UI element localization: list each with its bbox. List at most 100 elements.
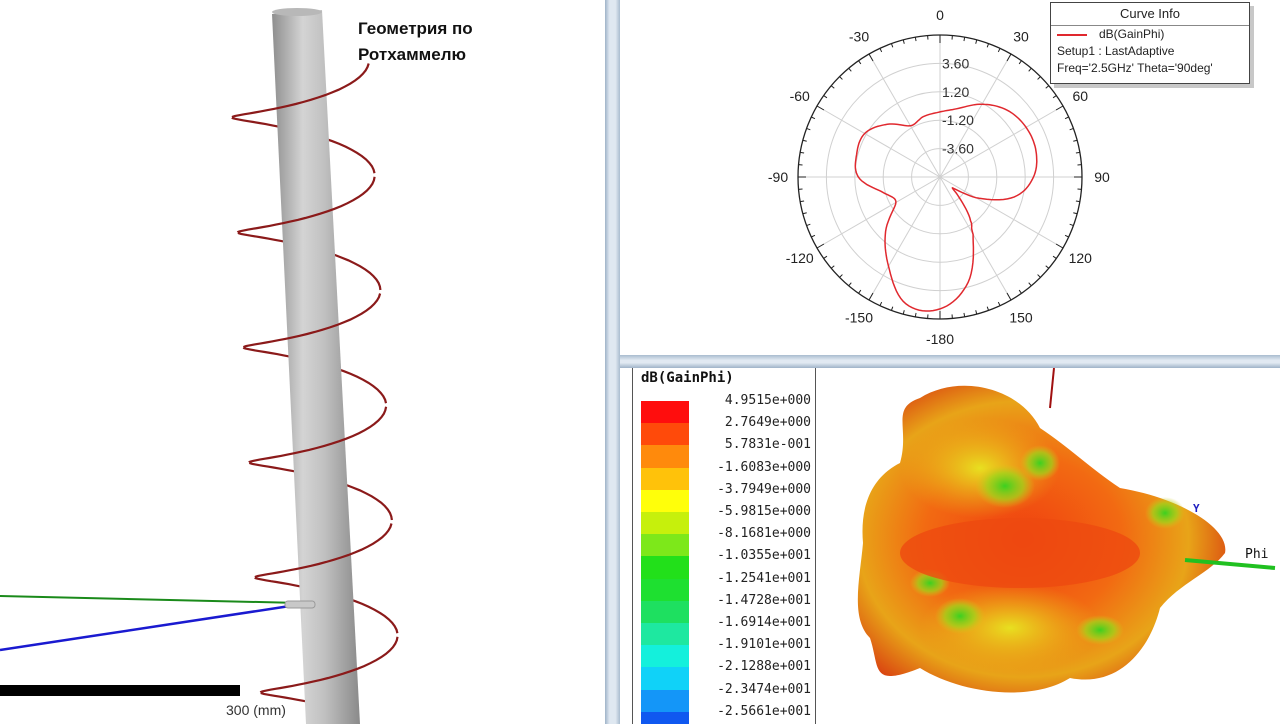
polar-tick bbox=[800, 151, 805, 154]
legend-value: -1.4728e+001 bbox=[717, 592, 811, 608]
polar-tick bbox=[1052, 95, 1057, 99]
polar-tick bbox=[858, 60, 862, 65]
polar-tick bbox=[830, 265, 835, 269]
polar-tick bbox=[902, 310, 905, 315]
mast-cylinder bbox=[272, 10, 360, 724]
legend-value: 5.7831e-001 bbox=[724, 437, 811, 453]
polar-tick bbox=[858, 289, 862, 294]
legend-value: -1.6083e+000 bbox=[717, 459, 811, 475]
polar-tick bbox=[1064, 234, 1069, 238]
legend-value: -8.1681e+000 bbox=[717, 526, 811, 542]
geometry-viewport[interactable]: Геометрия по Ротхаммелю 300 (mm) bbox=[0, 0, 605, 724]
angle-tick-label: 60 bbox=[1073, 88, 1089, 104]
polar-tick bbox=[997, 48, 1001, 53]
polar-tick bbox=[806, 127, 811, 131]
legend-value: -2.1288e+001 bbox=[717, 659, 811, 675]
polar-tick bbox=[1052, 255, 1057, 259]
pattern-null-region bbox=[935, 598, 985, 634]
angle-tick-label: 120 bbox=[1069, 250, 1093, 266]
radial-tick-label: -3.60 bbox=[942, 141, 974, 157]
scale-bar bbox=[0, 685, 240, 696]
polar-tick bbox=[1073, 212, 1078, 215]
polar-tick bbox=[1006, 53, 1012, 62]
legend-swatch bbox=[641, 600, 689, 623]
polar-tick bbox=[1037, 76, 1041, 80]
legend-value: -1.2541e+001 bbox=[717, 570, 811, 586]
polar-tick bbox=[1028, 67, 1032, 72]
pattern-z-axis bbox=[1049, 368, 1055, 409]
polar-tick bbox=[1037, 274, 1041, 278]
pattern-null-region bbox=[1076, 615, 1124, 645]
polar-tick bbox=[816, 243, 825, 249]
curve-info-setup: Setup1 : LastAdaptive bbox=[1057, 44, 1175, 58]
angle-tick-label: -120 bbox=[786, 250, 814, 266]
polar-tick bbox=[823, 95, 828, 99]
legend-value: -5.9815e+000 bbox=[717, 504, 811, 519]
polar-tick bbox=[811, 234, 816, 238]
horizontal-splitter[interactable] bbox=[620, 355, 1280, 368]
pattern-yellow-region bbox=[900, 418, 1060, 518]
pattern-null-region bbox=[910, 569, 950, 597]
pattern-surface bbox=[857, 385, 1226, 693]
pattern-yellow-region bbox=[920, 583, 1100, 673]
title-line-1: Геометрия по bbox=[358, 19, 473, 38]
y-axis-label: Y bbox=[1193, 502, 1200, 515]
antenna-model bbox=[0, 8, 399, 724]
polar-tick bbox=[1075, 151, 1080, 154]
legend-swatch bbox=[641, 401, 689, 424]
mast-top bbox=[272, 8, 322, 16]
legend-row: -2.5661e+001 bbox=[641, 704, 811, 724]
color-scale-legend: dB(GainPhi) 4.9515e+000 2.7649e+000 5.7831… bbox=[632, 368, 816, 724]
legend-swatch bbox=[641, 512, 689, 535]
polar-tick bbox=[902, 39, 905, 44]
polar-tick bbox=[868, 292, 874, 301]
polar-tick bbox=[975, 39, 978, 44]
legend-title: dB(GainPhi) bbox=[641, 370, 734, 386]
polar-tick bbox=[914, 312, 917, 317]
polar-tick bbox=[986, 43, 990, 48]
angle-tick-label: -90 bbox=[768, 169, 788, 185]
phi-axis-label: Phi bbox=[1245, 547, 1269, 562]
polar-tick bbox=[1028, 282, 1032, 287]
legend-swatch bbox=[641, 667, 689, 690]
legend-value: -2.5661e+001 bbox=[717, 703, 811, 719]
polar-tick bbox=[890, 306, 894, 311]
angle-tick-label: -180 bbox=[926, 331, 954, 347]
angle-tick-label: 90 bbox=[1094, 169, 1110, 185]
legend-swatch bbox=[641, 578, 689, 601]
polar-tick bbox=[839, 76, 843, 80]
legend-swatch bbox=[641, 534, 689, 557]
legend-value: -1.6914e+001 bbox=[717, 615, 811, 630]
polar-tick bbox=[811, 116, 816, 120]
angle-tick-label: 0 bbox=[936, 7, 944, 23]
polar-tick bbox=[914, 37, 917, 42]
radial-tick-label: 3.60 bbox=[942, 55, 969, 71]
angle-tick-label: -150 bbox=[845, 309, 873, 325]
trace-swatch bbox=[1057, 33, 1087, 36]
polar-tick bbox=[890, 43, 894, 48]
polar-tick bbox=[997, 301, 1001, 306]
legend-swatch bbox=[641, 711, 689, 724]
z-axis-blue bbox=[0, 604, 291, 652]
legend-swatch bbox=[641, 423, 689, 446]
legend-value: -1.0355e+001 bbox=[717, 548, 811, 564]
pattern-null-region bbox=[1020, 445, 1060, 481]
polar-tick bbox=[830, 85, 835, 89]
polar-tick bbox=[806, 223, 811, 227]
polar-tick bbox=[1045, 265, 1050, 269]
curve-info-header: Curve Info bbox=[1051, 3, 1249, 26]
polar-tick bbox=[1064, 116, 1069, 120]
polar-tick bbox=[1075, 200, 1080, 203]
curve-info-legend[interactable]: Curve Info dB(GainPhi) Setup1 : LastAdap… bbox=[1050, 2, 1250, 84]
3d-pattern-panel[interactable]: dB(GainPhi) 4.9515e+000 2.7649e+000 5.7831… bbox=[620, 368, 1280, 724]
legend-value: 4.9515e+000 bbox=[724, 393, 811, 408]
legend-value: -2.3474e+001 bbox=[717, 681, 811, 697]
vertical-splitter[interactable] bbox=[605, 0, 620, 724]
polar-tick bbox=[879, 48, 883, 53]
title-line-2: Ротхаммелю bbox=[358, 45, 467, 64]
radial-tick-label: 1.20 bbox=[942, 84, 969, 100]
legend-value: 2.7649e+000 bbox=[724, 415, 811, 431]
polar-tick bbox=[963, 37, 966, 42]
polar-tick bbox=[986, 306, 990, 311]
geometry-title: Геометрия по Ротхаммелю bbox=[358, 16, 473, 68]
